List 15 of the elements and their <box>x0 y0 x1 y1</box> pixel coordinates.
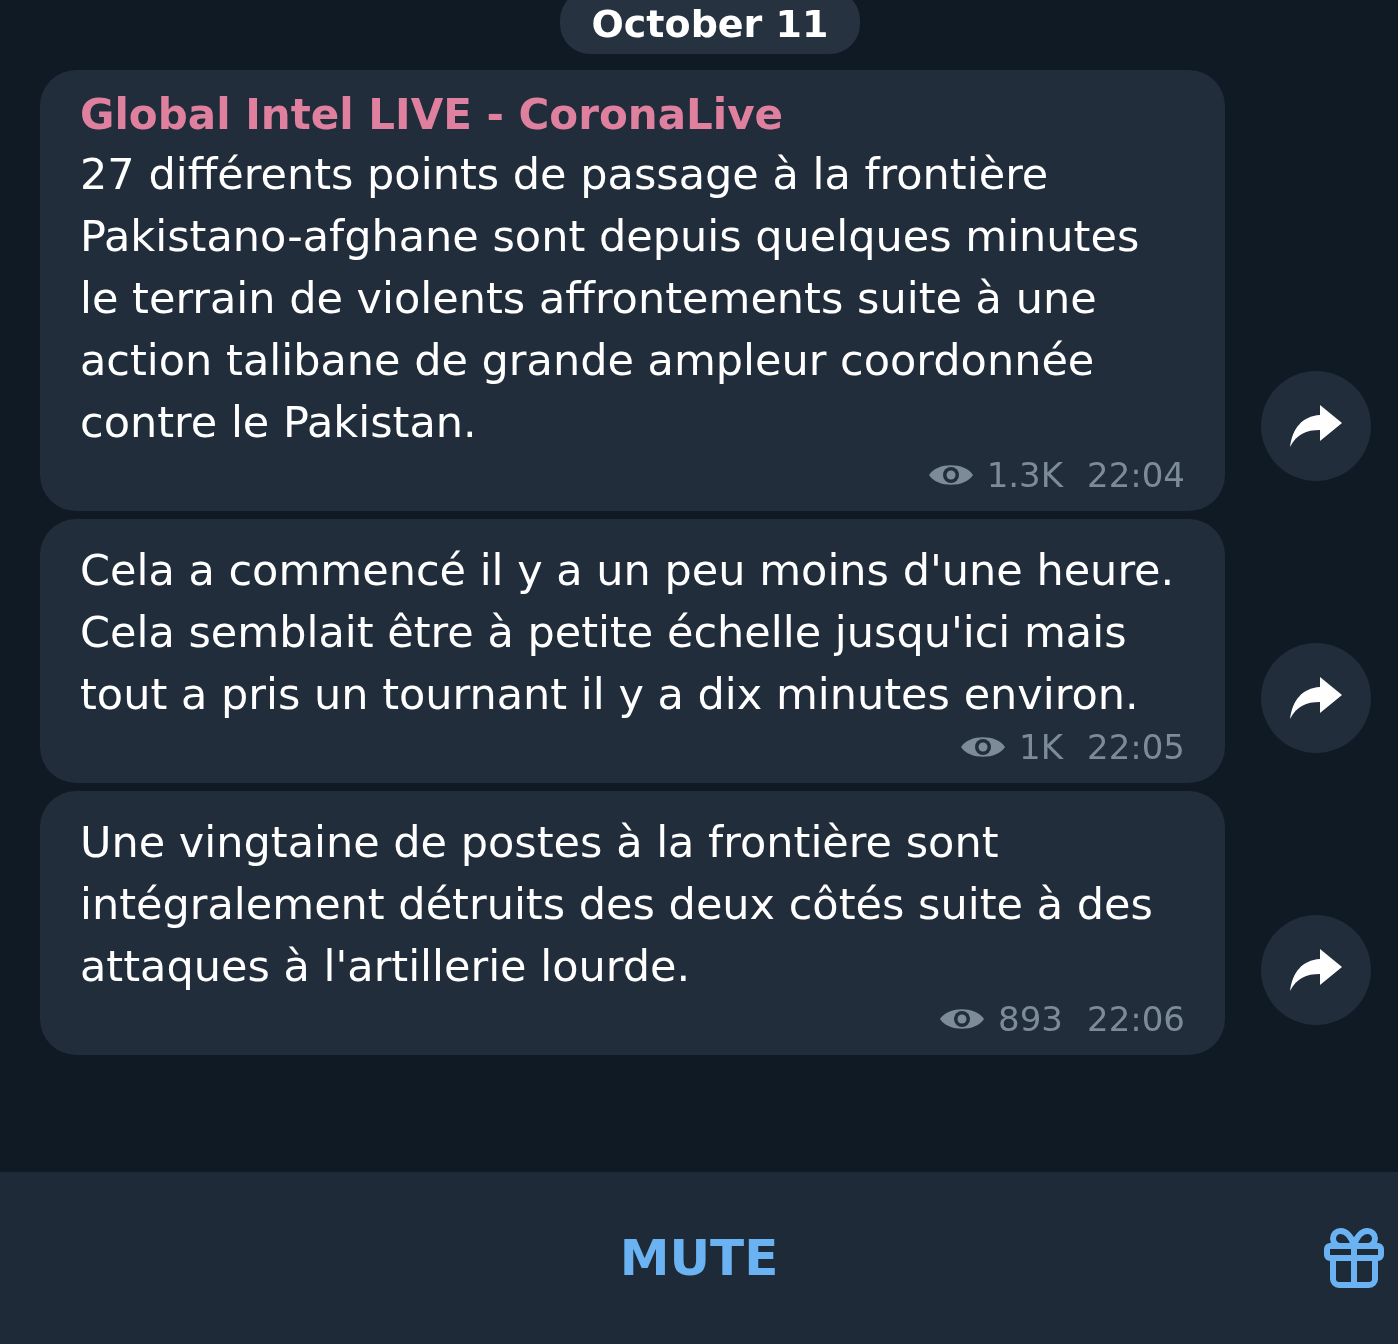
message-text: Une vingtaine de postes à la frontière sont intégralement détruits des deux côtés suite à des attaques à l'artillerie lourde. <box>80 816 1154 993</box>
view-count: 893 <box>998 999 1063 1039</box>
message-time: 22:04 <box>1087 455 1185 495</box>
message-text: 27 différents points de passage à la frontière Pakistano-afghane sont depuis quelques minutes le terrain de violents affrontements suite à une action talibane de grande ampleur coordonnée contre le Pakistan. <box>80 148 1141 449</box>
sender-name: Global Intel LIVE - CoronaLive <box>80 90 785 139</box>
message-time: 22:05 <box>1087 727 1185 767</box>
forward-icon <box>1288 947 1344 993</box>
mute-button[interactable]: MUTE <box>599 1219 799 1297</box>
date-label: October 11 <box>559 0 861 54</box>
message-time: 22:06 <box>1087 999 1185 1039</box>
forward-icon <box>1288 403 1344 449</box>
view-count: 1.3K <box>986 455 1063 495</box>
view-count: 1K <box>1019 727 1063 767</box>
message-text: Cela a commencé il y a un peu moins d'une heure. Cela semblait être à petite échelle jusqu'ici mais tout a pris un tournant il y a dix minutes environ. <box>80 544 1176 721</box>
forward-icon <box>1288 675 1344 721</box>
